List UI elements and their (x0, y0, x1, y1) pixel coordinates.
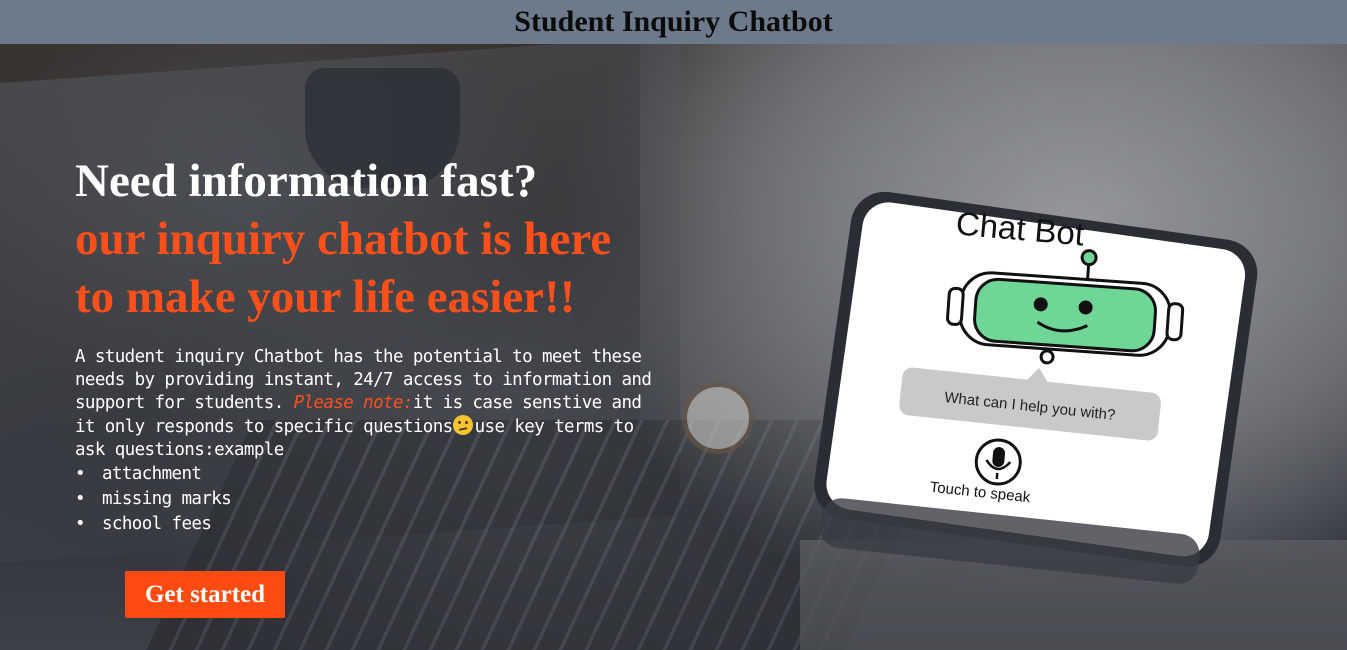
term-label: missing marks (102, 489, 232, 509)
hero-accent-line-2: to make your life easier!! (75, 271, 576, 323)
chatbot-phone-illustration: Chat Bot What can I help you with? Touch… (800, 185, 1270, 595)
confused-face-icon (452, 415, 473, 435)
hero-accent-line-1: our inquiry chatbot is here (75, 213, 612, 265)
bullet: • (75, 489, 86, 509)
list-item: • school fees (75, 512, 675, 537)
note-label: Please note: (293, 393, 414, 413)
hero-headline: Need information fast? (75, 155, 538, 207)
page-title: Student Inquiry Chatbot (514, 5, 833, 38)
top-header: Student Inquiry Chatbot (0, 0, 1347, 44)
list-item: • attachment (75, 462, 675, 487)
get-started-button[interactable]: Get started (125, 571, 285, 618)
key-terms-list: • attachment • missing marks • school fees (75, 462, 675, 537)
term-label: school fees (102, 514, 212, 534)
bullet: • (75, 514, 86, 534)
list-item: • missing marks (75, 487, 675, 512)
watch-image (682, 382, 754, 454)
hero-description: A student inquiry Chatbot has the potent… (75, 346, 660, 462)
term-label: attachment (102, 464, 202, 484)
hero-section: Need information fast? our inquiry chatb… (75, 152, 675, 537)
bullet: • (75, 464, 86, 484)
phone-image: Chat Bot What can I help you with? Touch… (814, 191, 1258, 584)
